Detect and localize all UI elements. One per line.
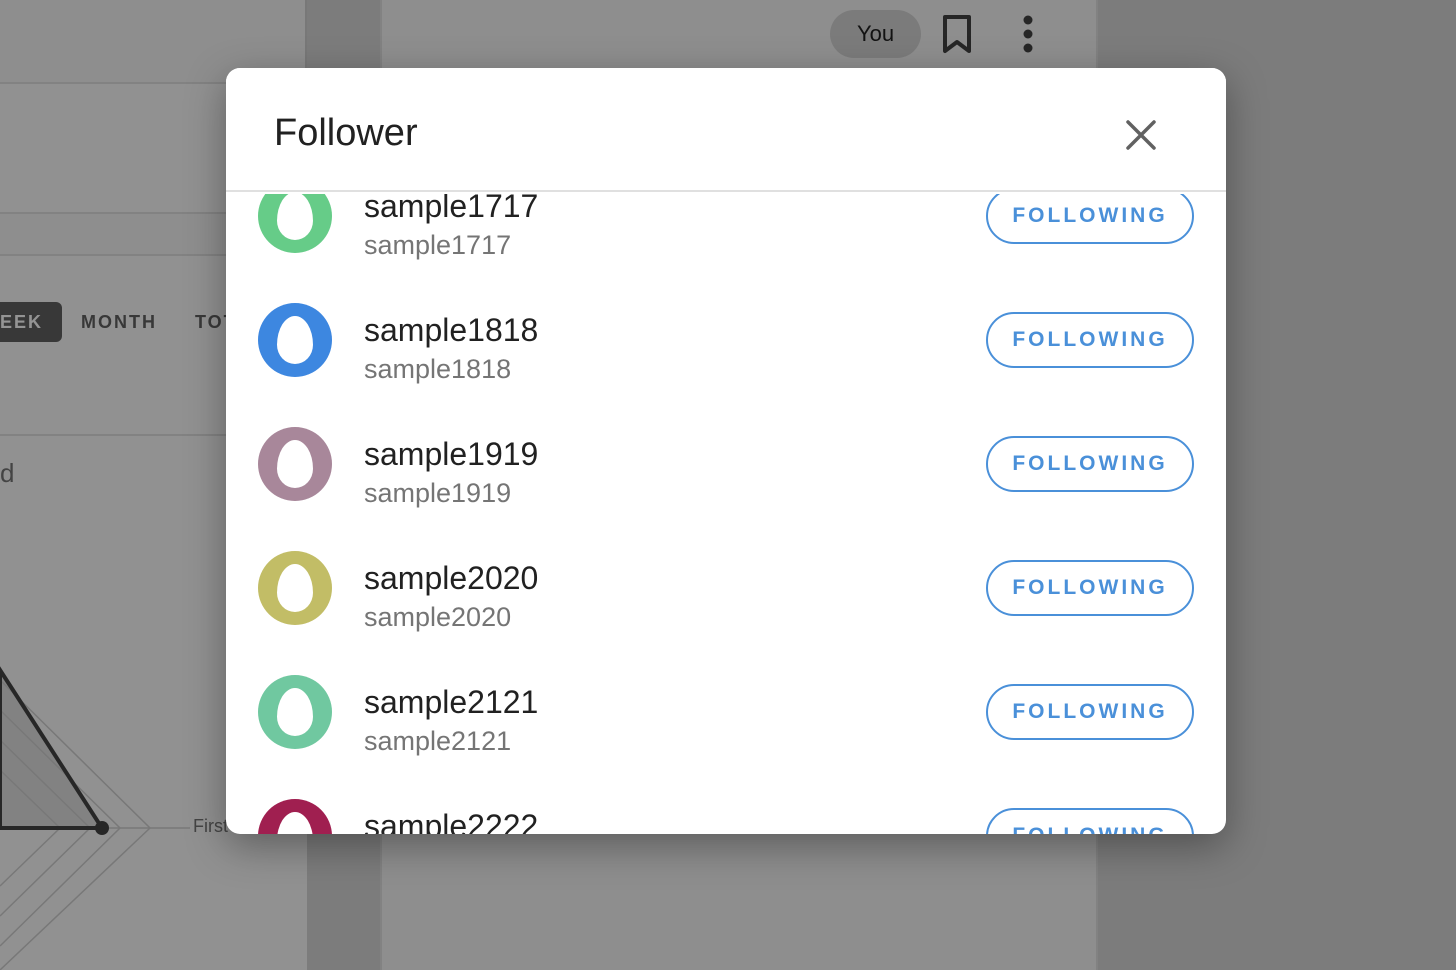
- follower-name: sample1717: [364, 194, 539, 224]
- close-icon: [1126, 120, 1156, 150]
- egg-avatar-icon: [277, 316, 313, 364]
- close-button[interactable]: [1116, 110, 1166, 160]
- egg-avatar-icon: [277, 194, 313, 240]
- follower-handle: sample1818: [364, 354, 512, 384]
- avatar: [258, 551, 332, 625]
- follower-handle: sample2121: [364, 726, 512, 756]
- egg-avatar-icon: [277, 564, 313, 612]
- following-button[interactable]: FOLLOWING: [986, 808, 1194, 834]
- follower-name: sample2020: [364, 560, 539, 596]
- following-button[interactable]: FOLLOWING: [986, 312, 1194, 368]
- follower-item[interactable]: sample2020 sample2020 FOLLOWING: [226, 526, 1226, 650]
- follower-name: sample2222: [364, 808, 539, 834]
- follower-item[interactable]: sample2121 sample2121 FOLLOWING: [226, 650, 1226, 774]
- follower-item[interactable]: sample1818 sample1818 FOLLOWING: [226, 278, 1226, 402]
- following-button[interactable]: FOLLOWING: [986, 436, 1194, 492]
- follower-item[interactable]: sample1717 sample1717 FOLLOWING: [226, 194, 1226, 278]
- follower-name: sample1818: [364, 312, 539, 348]
- avatar: [258, 427, 332, 501]
- following-button[interactable]: FOLLOWING: [986, 194, 1194, 244]
- follower-list-viewport[interactable]: sample1717 sample1717 FOLLOWING sample18…: [226, 194, 1226, 834]
- avatar: [258, 675, 332, 749]
- follower-handle: sample2020: [364, 602, 512, 632]
- follower-item[interactable]: sample2222 sample2222 FOLLOWING: [226, 774, 1226, 834]
- follower-name: sample2121: [364, 684, 539, 720]
- follower-handle: sample1717: [364, 230, 512, 260]
- follower-name: sample1919: [364, 436, 539, 472]
- egg-avatar-icon: [277, 688, 313, 736]
- avatar: [258, 194, 332, 253]
- follower-item[interactable]: sample1919 sample1919 FOLLOWING: [226, 402, 1226, 526]
- following-button[interactable]: FOLLOWING: [986, 684, 1194, 740]
- egg-avatar-icon: [277, 440, 313, 488]
- follower-dialog: Follower sample1717 sample1717 FOLLOWING…: [226, 68, 1226, 834]
- dialog-header: Follower: [226, 68, 1226, 192]
- following-button[interactable]: FOLLOWING: [986, 560, 1194, 616]
- avatar: [258, 303, 332, 377]
- follower-handle: sample1919: [364, 478, 512, 508]
- egg-avatar-icon: [277, 812, 313, 834]
- avatar: [258, 799, 332, 834]
- dialog-title: Follower: [274, 112, 418, 154]
